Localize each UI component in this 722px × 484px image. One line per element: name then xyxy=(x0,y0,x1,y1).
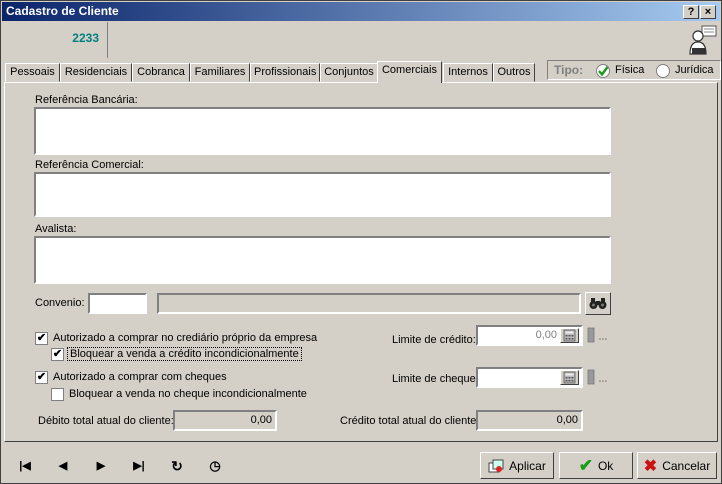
header-area: 2233 xyxy=(2,22,720,58)
radio-juridica-label[interactable]: Jurídica xyxy=(675,64,714,76)
aplicar-button[interactable]: Aplicar xyxy=(480,452,554,479)
tab-cobranca[interactable]: Cobranca xyxy=(132,63,190,82)
avalista-memo[interactable] xyxy=(34,236,611,284)
aplicar-icon xyxy=(488,459,504,472)
ok-label: Ok xyxy=(597,458,614,473)
ref-comercial-label: Referência Comercial: xyxy=(35,159,144,171)
help-button[interactable]: ? xyxy=(683,5,699,19)
tipo-label: Tipo: xyxy=(554,63,584,77)
convenio-search-button[interactable] xyxy=(585,292,611,315)
limite-cheque-label: Limite de cheque: xyxy=(392,373,479,385)
bloquear-cheque-checkbox[interactable] xyxy=(51,388,64,401)
bloquear-credito-label[interactable]: Bloquear a venda a crédito incondicional… xyxy=(67,347,302,361)
credito-total-field: 0,00 xyxy=(476,410,583,431)
close-button[interactable]: × xyxy=(700,5,716,19)
tab-internos[interactable]: Internos xyxy=(443,63,493,82)
avalista-label: Avalista: xyxy=(35,223,77,235)
cadastro-cliente-window: Cadastro de Cliente ? × 2233 Pessoais Re… xyxy=(0,0,722,484)
cheques-label[interactable]: Autorizado a comprar com cheques xyxy=(53,371,227,383)
pencil-cheque-icon[interactable] xyxy=(585,368,611,386)
cancelar-label: Cancelar xyxy=(662,458,711,473)
crediario-label[interactable]: Autorizado a comprar no crediário própri… xyxy=(53,332,317,344)
calculator-credito-button[interactable] xyxy=(560,328,579,343)
radio-fisica[interactable] xyxy=(596,64,610,78)
ref-bancaria-label: Referência Bancária: xyxy=(35,94,138,106)
tab-outros[interactable]: Outros xyxy=(493,63,535,82)
tab-comerciais[interactable]: Comerciais xyxy=(377,61,442,83)
limite-credito-label: Limite de crédito: xyxy=(392,334,476,346)
refresh-button[interactable]: ↻ xyxy=(168,459,186,473)
window-title: Cadastro de Cliente xyxy=(6,4,119,18)
binoculars-icon xyxy=(589,298,607,309)
debito-field: 0,00 xyxy=(173,410,277,431)
aplicar-label: Aplicar xyxy=(509,458,546,473)
crediario-checkbox[interactable]: ✔ xyxy=(35,332,48,345)
client-person-icon xyxy=(689,25,717,55)
prev-record-button[interactable]: ◀ xyxy=(54,459,72,473)
ref-bancaria-memo[interactable] xyxy=(34,107,611,155)
convenio-name-field xyxy=(157,293,581,314)
bloquear-credito-checkbox[interactable]: ✔ xyxy=(51,348,64,361)
ok-check-icon: ✔ xyxy=(578,455,593,475)
debito-label: Débito total atual do cliente: xyxy=(38,415,174,427)
tab-pessoais[interactable]: Pessoais xyxy=(5,63,60,82)
history-button[interactable]: ◷ xyxy=(206,459,224,473)
pencil-credito-icon[interactable] xyxy=(585,326,611,344)
convenio-code-field[interactable] xyxy=(88,293,147,314)
radio-juridica[interactable] xyxy=(656,64,670,78)
convenio-label: Convenio: xyxy=(35,297,85,309)
calculator-icon xyxy=(563,371,576,384)
tab-residenciais[interactable]: Residenciais xyxy=(60,63,132,82)
tipo-group: Tipo: Física Jurídica xyxy=(547,60,721,80)
calculator-cheque-button[interactable] xyxy=(560,370,579,385)
cheques-checkbox[interactable]: ✔ xyxy=(35,371,48,384)
credito-total-label: Crédito total atual do cliente: xyxy=(340,415,480,427)
cancel-x-icon: ✖ xyxy=(643,457,658,475)
tab-profissionais[interactable]: Profissionais xyxy=(250,63,320,82)
ref-comercial-memo[interactable] xyxy=(34,172,611,217)
title-bar[interactable]: Cadastro de Cliente ? × xyxy=(2,2,720,21)
bloquear-cheque-label[interactable]: Bloquear a venda no cheque incondicional… xyxy=(69,388,307,400)
cancelar-button[interactable]: ✖ Cancelar xyxy=(637,452,717,479)
radio-fisica-label[interactable]: Física xyxy=(615,64,644,76)
bottom-bar: |◀ ◀ ▶ ▶| ↻ ◷ Aplicar ✔ Ok ✖ Cancelar xyxy=(2,447,720,483)
calculator-icon xyxy=(563,329,576,342)
ok-button[interactable]: ✔ Ok xyxy=(559,452,633,479)
tab-conjuntos[interactable]: Conjuntos xyxy=(320,63,378,82)
tab-familiares[interactable]: Familiares xyxy=(190,63,250,82)
client-code: 2233 xyxy=(4,22,108,58)
next-record-button[interactable]: ▶ xyxy=(92,459,110,473)
first-record-button[interactable]: |◀ xyxy=(16,459,34,473)
last-record-button[interactable]: ▶| xyxy=(130,459,148,473)
comerciais-panel: Referência Bancária: Referência Comercia… xyxy=(4,82,718,442)
